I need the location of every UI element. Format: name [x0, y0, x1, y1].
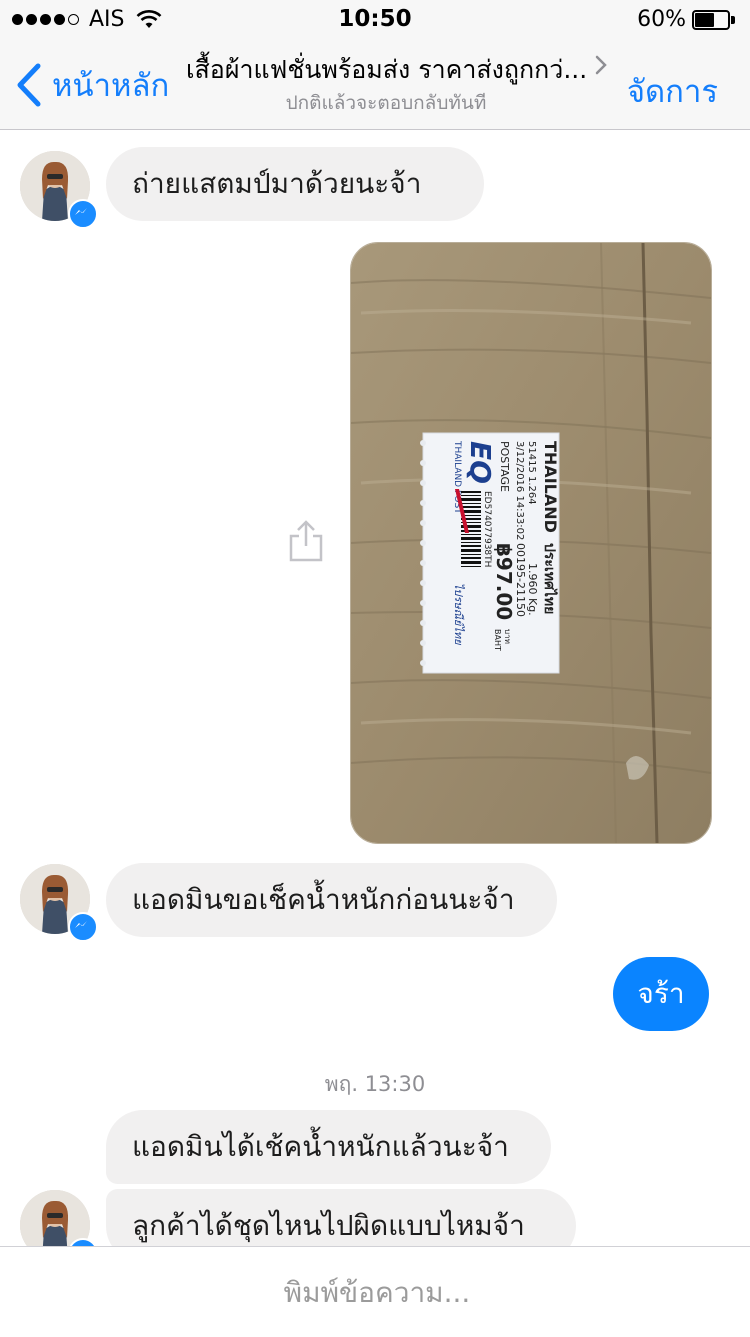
share-icon[interactable]	[285, 518, 327, 564]
conversation-title[interactable]: เสื้อผ้าแฟชั่นพร้อมส่ง ราคาส่งถูกกว่...	[186, 50, 606, 90]
avatar[interactable]	[20, 151, 98, 229]
response-status: ปกติแล้วจะตอบกลับทันที	[285, 92, 487, 114]
back-button[interactable]: หน้าหลัก	[14, 60, 169, 110]
messenger-badge-icon	[68, 912, 98, 942]
stamp-datetime: 3/12/2016 14:33:02	[514, 441, 525, 540]
battery-icon	[692, 10, 736, 30]
back-label: หน้าหลัก	[52, 68, 170, 104]
back-chevron-icon	[17, 63, 41, 107]
messenger-badge-icon	[68, 199, 98, 229]
message-bubble-received[interactable]: แอดมินขอเช็คน้ำหนักก่อนนะจ้า	[106, 863, 557, 937]
message-bubble-received[interactable]: แอดมินได้เช้คน้ำหนักแล้วนะจ้า	[106, 1110, 551, 1184]
battery-percent: 60%	[637, 7, 686, 32]
message-composer	[0, 1246, 750, 1337]
stamp-line1: 51415 1.264	[526, 441, 537, 505]
stamp-service: EQ	[464, 441, 497, 484]
stamp-postage: POSTAGE	[498, 441, 511, 492]
stamp-baht-th: บาท	[503, 629, 512, 644]
stamp-baht: BAHT	[493, 629, 502, 651]
chevron-right-icon[interactable]	[594, 54, 608, 76]
stamp-tracking: ED574077938TH	[482, 491, 492, 567]
message-bubble-sent[interactable]: จร้า	[613, 957, 709, 1031]
status-bar: AIS 10:50 60%	[0, 0, 750, 40]
stamp-country-th: ประเทศไทย	[541, 543, 559, 614]
message-input[interactable]	[0, 1247, 750, 1337]
message-bubble-received[interactable]: ถ่ายแสตมป์มาด้วยนะจ้า	[106, 147, 484, 221]
avatar[interactable]	[20, 864, 98, 942]
stamp-post-brand-th: ไปรษณีย์ไทย	[452, 583, 465, 646]
message-timestamp: พฤ. 13:30	[324, 1072, 426, 1096]
stamp-price: ฿97.00	[492, 543, 516, 620]
manage-button[interactable]: จัดการ	[627, 66, 718, 116]
photo-message[interactable]: THAILAND 51415 1.264 3/12/2016 14:33:02 …	[350, 242, 712, 844]
stamp-country: THAILAND	[541, 441, 560, 533]
navigation-bar: หน้าหลัก เสื้อผ้าแฟชั่นพร้อมส่ง ราคาส่งถ…	[0, 40, 750, 130]
